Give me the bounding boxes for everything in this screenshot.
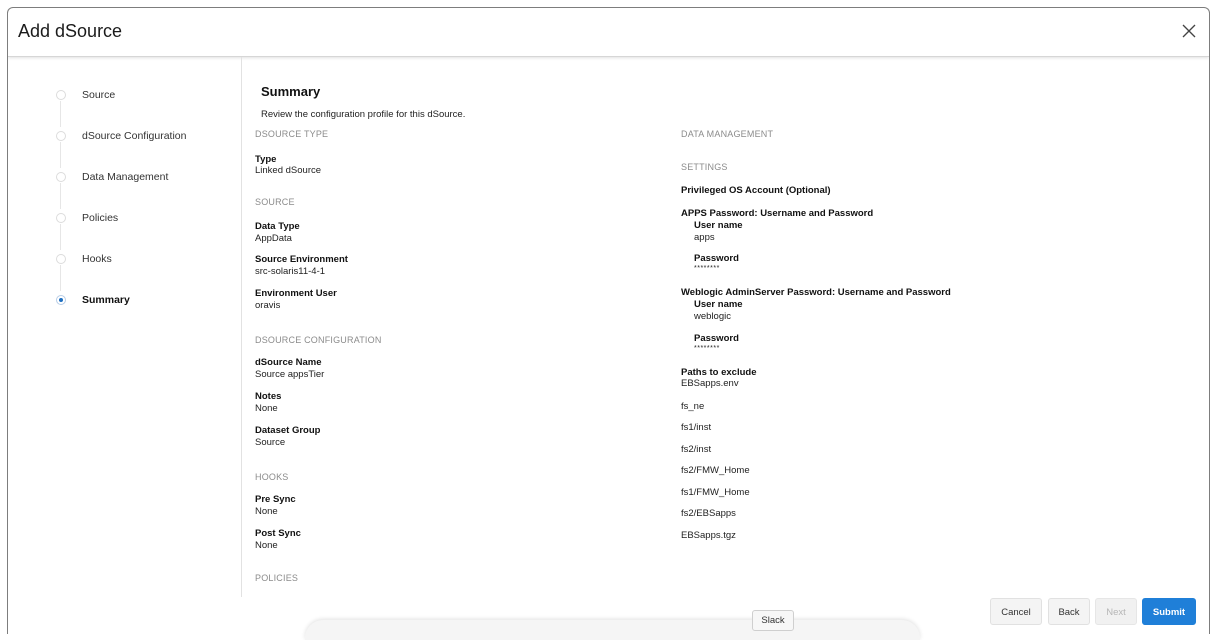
source-environment-label: Source Environment bbox=[255, 254, 348, 265]
wizard-stepper: Source dSource Configuration Data Manage… bbox=[8, 57, 242, 597]
post-sync-value: None bbox=[255, 540, 278, 551]
privileged-os-account-label: Privileged OS Account (Optional) bbox=[681, 185, 831, 196]
step-data-management[interactable]: Data Management bbox=[56, 168, 236, 188]
data-type-value: AppData bbox=[255, 233, 292, 244]
dialog-title: Add dSource bbox=[18, 21, 123, 41]
apps-password-value: ******** bbox=[694, 265, 720, 272]
step-dsource-configuration[interactable]: dSource Configuration bbox=[56, 127, 236, 147]
close-button[interactable] bbox=[1178, 20, 1200, 42]
dsource-name-label: dSource Name bbox=[255, 357, 322, 368]
section-source: SOURCE bbox=[255, 197, 295, 207]
summary-title: Summary bbox=[261, 84, 321, 99]
section-dsource-type: DSOURCE TYPE bbox=[255, 129, 329, 139]
next-button[interactable]: Next bbox=[1095, 598, 1137, 625]
dialog-header: Add dSource bbox=[8, 8, 1209, 57]
section-hooks: HOOKS bbox=[255, 472, 289, 482]
weblogic-username-label: User name bbox=[694, 299, 743, 310]
step-indicator-icon bbox=[56, 213, 66, 223]
dock-background bbox=[305, 620, 920, 640]
step-label: dSource Configuration bbox=[82, 130, 187, 142]
summary-description: Review the configuration profile for thi… bbox=[261, 109, 466, 120]
step-hooks[interactable]: Hooks bbox=[56, 250, 236, 270]
section-policies: POLICIES bbox=[255, 573, 299, 583]
dsource-name-value: Source appsTier bbox=[255, 369, 325, 380]
excluded-path-item: fs2/inst bbox=[681, 444, 712, 455]
environment-user-label: Environment User bbox=[255, 288, 337, 299]
weblogic-password-label: Password bbox=[694, 333, 739, 344]
step-policies[interactable]: Policies bbox=[56, 209, 236, 229]
step-indicator-icon bbox=[56, 90, 66, 100]
add-dsource-dialog: Add dSource Source dSource Configuration… bbox=[7, 7, 1210, 634]
step-label: Summary bbox=[82, 294, 130, 306]
excluded-path-item: EBSapps.env bbox=[681, 378, 739, 389]
pre-sync-value: None bbox=[255, 506, 278, 517]
excluded-path-item: fs2/EBSapps bbox=[681, 508, 736, 519]
excluded-path-item: fs1/inst bbox=[681, 422, 712, 433]
excluded-path-item: fs_ne bbox=[681, 401, 705, 412]
step-label: Policies bbox=[82, 212, 119, 224]
excluded-path-item: EBSapps.tgz bbox=[681, 530, 736, 541]
step-label: Source bbox=[82, 89, 116, 101]
notes-label: Notes bbox=[255, 391, 282, 402]
close-icon bbox=[1182, 24, 1196, 38]
type-value: Linked dSource bbox=[255, 165, 322, 176]
apps-password-heading: APPS Password: Username and Password bbox=[681, 208, 874, 219]
step-indicator-icon bbox=[56, 172, 66, 182]
excluded-path-item: fs1/FMW_Home bbox=[681, 487, 750, 498]
apps-password-label: Password bbox=[694, 253, 739, 264]
step-indicator-icon bbox=[56, 131, 66, 141]
paths-to-exclude-label: Paths to exclude bbox=[681, 367, 757, 378]
dataset-group-value: Source bbox=[255, 437, 286, 448]
step-label: Data Management bbox=[82, 171, 169, 183]
apps-username-label: User name bbox=[694, 220, 743, 231]
step-active-indicator-icon bbox=[56, 295, 66, 305]
section-dsource-configuration: DSOURCE CONFIGURATION bbox=[255, 335, 382, 345]
slack-tooltip: Slack bbox=[752, 610, 794, 631]
environment-user-value: oravis bbox=[255, 300, 281, 311]
submit-button[interactable]: Submit bbox=[1142, 598, 1196, 625]
cancel-button[interactable]: Cancel bbox=[990, 598, 1042, 625]
pre-sync-label: Pre Sync bbox=[255, 494, 296, 505]
back-button[interactable]: Back bbox=[1048, 598, 1090, 625]
post-sync-label: Post Sync bbox=[255, 528, 301, 539]
section-data-management: DATA MANAGEMENT bbox=[681, 129, 774, 139]
notes-value: None bbox=[255, 403, 278, 414]
weblogic-password-value: ******** bbox=[694, 345, 720, 352]
apps-username-value: apps bbox=[694, 232, 715, 243]
type-label: Type bbox=[255, 154, 277, 165]
section-settings: SETTINGS bbox=[681, 162, 728, 172]
step-summary[interactable]: Summary bbox=[56, 291, 236, 311]
source-environment-value: src-solaris11-4-1 bbox=[255, 266, 326, 277]
dataset-group-label: Dataset Group bbox=[255, 425, 321, 436]
step-source[interactable]: Source bbox=[56, 86, 236, 106]
weblogic-password-heading: Weblogic AdminServer Password: Username … bbox=[681, 287, 951, 298]
step-label: Hooks bbox=[82, 253, 112, 265]
step-indicator-icon bbox=[56, 254, 66, 264]
excluded-path-item: fs2/FMW_Home bbox=[681, 465, 750, 476]
weblogic-username-value: weblogic bbox=[694, 311, 731, 322]
data-type-label: Data Type bbox=[255, 221, 300, 232]
